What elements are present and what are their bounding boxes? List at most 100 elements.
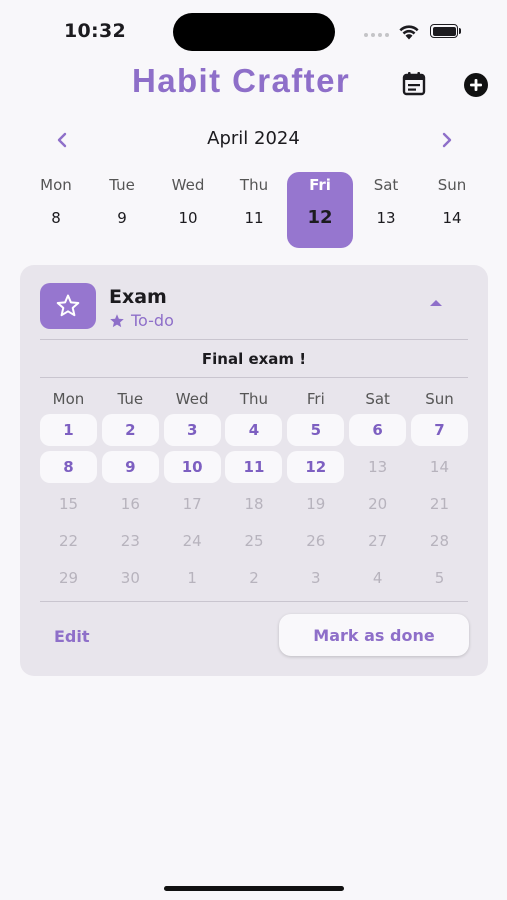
grid-day-cell[interactable]: 22 [40, 525, 97, 557]
grid-day-cell[interactable]: 29 [40, 562, 97, 594]
cellular-signal-icon [364, 33, 389, 37]
divider [40, 339, 468, 340]
grid-week-row: 29 30 1 2 3 4 5 [40, 559, 468, 596]
grid-day-cell[interactable]: 7 [410, 413, 468, 446]
weekday-header: Tue [117, 390, 144, 408]
caret-up-icon [430, 300, 442, 306]
grid-day-cell[interactable]: 4 [349, 562, 406, 594]
week-day-number: 12 [307, 207, 333, 228]
week-day-name: Thu [239, 176, 269, 194]
grid-day-cell[interactable]: 2 [101, 413, 159, 446]
plus-circle-icon[interactable] [462, 71, 490, 99]
grid-day-cell[interactable]: 2 [225, 562, 282, 594]
star-filled-icon [110, 313, 124, 327]
habit-icon-badge [40, 283, 96, 329]
grid-day-cell[interactable]: 23 [102, 525, 159, 557]
week-strip: Mon 8 Tue 9 Wed 10 Thu 11 Fri 12 Sat 13 Sun 14 [23, 172, 485, 250]
divider [40, 377, 468, 378]
calendar-icon[interactable] [400, 70, 428, 98]
grid-day-cell[interactable]: 18 [225, 488, 282, 520]
week-day-number: 10 [178, 209, 198, 227]
grid-day-cell[interactable]: 1 [40, 413, 97, 446]
divider [40, 601, 468, 602]
week-day-mon[interactable]: Mon 8 [23, 172, 89, 248]
week-day-name: Wed [171, 176, 205, 194]
week-day-name: Sat [373, 176, 399, 194]
weekday-header: Sat [365, 390, 390, 408]
grid-day-cell[interactable]: 12 [287, 450, 345, 483]
week-day-sun[interactable]: Sun 14 [419, 172, 485, 248]
weekday-header: Mon [52, 390, 85, 408]
weekday-header: Wed [175, 390, 209, 408]
grid-day-cell[interactable]: 30 [102, 562, 159, 594]
grid-day-cell[interactable]: 17 [164, 488, 221, 520]
week-day-number: 9 [117, 209, 127, 227]
habit-status-label: To-do [131, 311, 174, 330]
wifi-icon [399, 25, 419, 40]
grid-day-cell[interactable]: 16 [102, 488, 159, 520]
grid-day-cell[interactable]: 1 [164, 562, 221, 594]
grid-day-cell[interactable]: 27 [349, 525, 406, 557]
grid-day-cell[interactable]: 10 [163, 450, 221, 483]
grid-day-cell[interactable]: 5 [411, 562, 468, 594]
grid-day-cell[interactable]: 19 [287, 488, 344, 520]
habit-name: Exam [109, 286, 167, 308]
week-day-sat[interactable]: Sat 13 [353, 172, 419, 248]
week-day-number: 8 [51, 209, 61, 227]
mark-as-done-button[interactable]: Mark as done [279, 614, 469, 656]
weekday-header: Sun [425, 390, 454, 408]
star-icon [56, 294, 80, 317]
grid-week-row: 22 23 24 25 26 27 28 [40, 522, 468, 559]
next-month-button[interactable] [432, 125, 462, 155]
grid-day-cell[interactable]: 8 [40, 450, 97, 483]
status-time: 10:32 [64, 20, 126, 42]
week-day-name: Fri [309, 176, 331, 194]
edit-button[interactable]: Edit [54, 627, 90, 646]
grid-day-cell[interactable]: 14 [411, 451, 468, 483]
week-day-tue[interactable]: Tue 9 [89, 172, 155, 248]
habit-month-grid: Mon Tue Wed Thu Fri Sat Sun 1 2 3 4 5 6 … [40, 387, 468, 596]
grid-day-cell[interactable]: 20 [349, 488, 406, 520]
weekday-header: Thu [239, 390, 269, 408]
weekday-header: Fri [306, 390, 325, 408]
collapse-button[interactable] [424, 293, 448, 313]
grid-week-row: 15 16 17 18 19 20 21 [40, 485, 468, 522]
week-day-name: Tue [109, 176, 135, 194]
app-title: Habit Crafter [132, 62, 351, 99]
week-day-fri-selected[interactable]: Fri 12 [287, 172, 353, 248]
grid-day-cell[interactable]: 3 [287, 562, 344, 594]
week-day-number: 14 [442, 209, 462, 227]
home-indicator[interactable] [164, 886, 344, 891]
grid-day-cell[interactable]: 6 [349, 413, 407, 446]
status-bar: 10:32 [0, 0, 507, 60]
grid-day-cell[interactable]: 3 [163, 413, 221, 446]
week-day-name: Sun [437, 176, 467, 194]
grid-day-cell[interactable]: 28 [411, 525, 468, 557]
grid-day-cell[interactable]: 26 [287, 525, 344, 557]
grid-week-row: 1 2 3 4 5 6 7 [40, 411, 468, 448]
grid-day-cell[interactable]: 4 [225, 413, 283, 446]
habit-description: Final exam ! [201, 350, 307, 368]
week-day-thu[interactable]: Thu 11 [221, 172, 287, 248]
grid-day-cell[interactable]: 13 [349, 451, 406, 483]
grid-day-cell[interactable]: 5 [287, 413, 345, 446]
habit-status: To-do [109, 311, 174, 330]
dynamic-island [173, 13, 335, 51]
month-label: April 2024 [207, 128, 300, 149]
week-day-wed[interactable]: Wed 10 [155, 172, 221, 248]
chevron-right-icon [442, 132, 452, 148]
grid-day-cell[interactable]: 25 [225, 525, 282, 557]
grid-day-cell[interactable]: 24 [164, 525, 221, 557]
battery-cap [459, 28, 461, 34]
week-day-name: Mon [40, 176, 72, 194]
week-day-number: 11 [244, 209, 264, 227]
grid-week-row: 8 9 10 11 12 13 14 [40, 448, 468, 485]
grid-day-cell[interactable]: 9 [101, 450, 159, 483]
habit-card: Exam To-do Final exam ! Mon Tue Wed Thu … [20, 265, 488, 676]
grid-day-cell[interactable]: 11 [225, 450, 283, 483]
month-navigation: April 2024 [0, 125, 507, 155]
grid-day-cell[interactable]: 21 [411, 488, 468, 520]
week-day-number: 13 [376, 209, 396, 227]
grid-day-cell[interactable]: 15 [40, 488, 97, 520]
battery-icon [430, 24, 458, 38]
